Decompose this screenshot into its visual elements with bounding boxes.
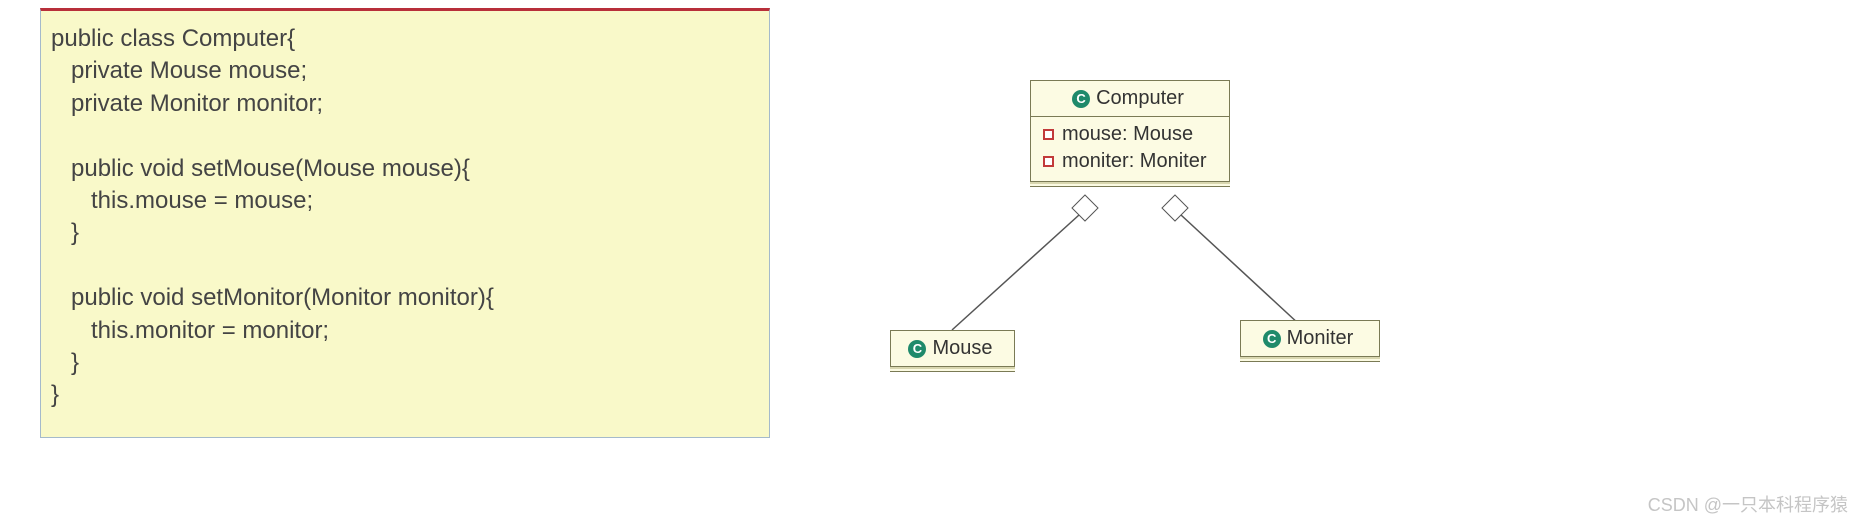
uml-class-name: Moniter bbox=[1287, 327, 1354, 350]
uml-class-title: C Moniter bbox=[1241, 321, 1379, 356]
uml-class-computer: C Computer mouse: Mouse moniter: Moniter bbox=[1030, 80, 1230, 182]
class-icon: C bbox=[1072, 90, 1090, 108]
uml-class-title: C Computer bbox=[1031, 81, 1229, 117]
uml-class-moniter: C Moniter bbox=[1240, 320, 1380, 357]
uml-edge bbox=[1181, 215, 1300, 325]
field-icon bbox=[1043, 129, 1054, 140]
watermark: CSDN @一只本科程序猿 bbox=[1648, 491, 1848, 517]
field-icon bbox=[1043, 156, 1054, 167]
uml-diagram: C Computer mouse: Mouse moniter: Moniter… bbox=[870, 40, 1430, 400]
uml-attr-label: moniter: Moniter bbox=[1062, 150, 1207, 173]
code-panel: public class Computer{ private Mouse mou… bbox=[40, 8, 770, 438]
class-icon: C bbox=[908, 340, 926, 358]
uml-edge bbox=[952, 215, 1079, 330]
uml-attr: moniter: Moniter bbox=[1043, 148, 1217, 175]
uml-class-name: Mouse bbox=[932, 337, 992, 360]
uml-attr-label: mouse: Mouse bbox=[1062, 123, 1193, 146]
uml-attr: mouse: Mouse bbox=[1043, 121, 1217, 148]
uml-class-attrs: mouse: Mouse moniter: Moniter bbox=[1031, 117, 1229, 181]
uml-class-mouse: C Mouse bbox=[890, 330, 1015, 367]
class-icon: C bbox=[1263, 330, 1281, 348]
uml-class-name: Computer bbox=[1096, 87, 1184, 110]
uml-class-title: C Mouse bbox=[891, 331, 1014, 366]
